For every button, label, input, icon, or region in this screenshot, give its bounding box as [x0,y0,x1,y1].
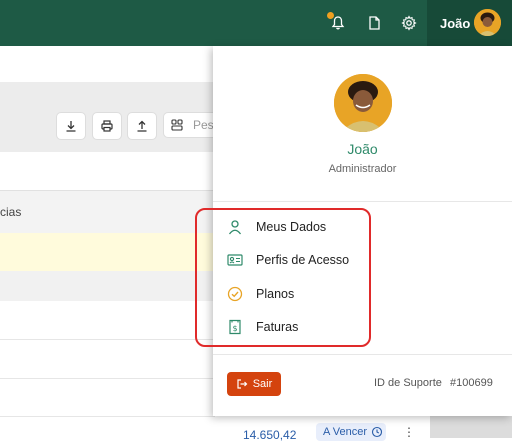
search-placeholder: Pes [193,118,214,132]
row-divider [0,339,215,340]
avatar [334,74,392,132]
upload-icon [137,120,147,132]
user-icon [227,219,243,235]
menu-item-label: Meus Dados [256,220,327,234]
profile-name: João [347,141,378,157]
document-icon [369,16,380,30]
column-header-label: cias [0,205,22,219]
status-badge: A Vencer [316,423,386,441]
menu-item-faturas[interactable]: $ Faturas [227,313,497,341]
settings-button[interactable] [397,11,421,35]
status-badge-label: A Vencer [323,426,368,438]
clock-icon [371,426,383,438]
filter-icon [171,119,183,131]
svg-text:$: $ [232,324,237,333]
menu-item-perfis-de-acesso[interactable]: Perfis de Acesso [227,246,497,274]
id-card-icon [227,252,243,268]
menu-item-meus-dados[interactable]: Meus Dados [227,213,497,241]
page-header-strip [0,46,215,83]
documents-button[interactable] [362,11,386,35]
check-circle-icon [227,286,243,302]
row-options-button[interactable]: ⋮ [403,425,415,439]
print-icon [101,120,113,132]
logout-label: Sair [252,378,273,390]
top-bar: João [0,0,512,46]
support-id: #100699 [450,377,493,389]
search-input[interactable]: Pes [163,112,215,138]
download-button[interactable] [56,112,86,140]
logout-button[interactable]: Sair [227,372,281,396]
support-label: ID de Suporte [374,377,442,389]
menu-item-label: Planos [256,287,295,301]
header-user-name: João [440,15,471,31]
divider [213,354,512,355]
table-row[interactable] [0,233,215,271]
receipt-icon: $ [227,319,243,335]
table-row[interactable] [0,271,215,301]
notification-dot [327,12,334,19]
menu-item-label: Perfis de Acesso [256,253,350,267]
menu-item-planos[interactable]: Planos [227,280,497,308]
notifications-button[interactable] [326,11,350,35]
user-dropdown: João Administrador Meus Dados Perfis de … [213,46,512,416]
row-divider [0,416,215,417]
divider [213,201,512,202]
avatar [474,9,501,36]
print-button[interactable] [92,112,122,140]
row-divider [0,378,215,379]
download-icon [66,121,76,132]
upload-button[interactable] [127,112,157,140]
profile-role: Administrador [328,163,397,175]
amount-value: 14.650,42 [243,428,297,442]
user-menu-toggle[interactable]: João [427,0,512,46]
logout-icon [237,379,248,389]
table-column-header: cias [0,190,215,234]
gear-icon [401,15,417,31]
menu-item-label: Faturas [256,320,299,334]
